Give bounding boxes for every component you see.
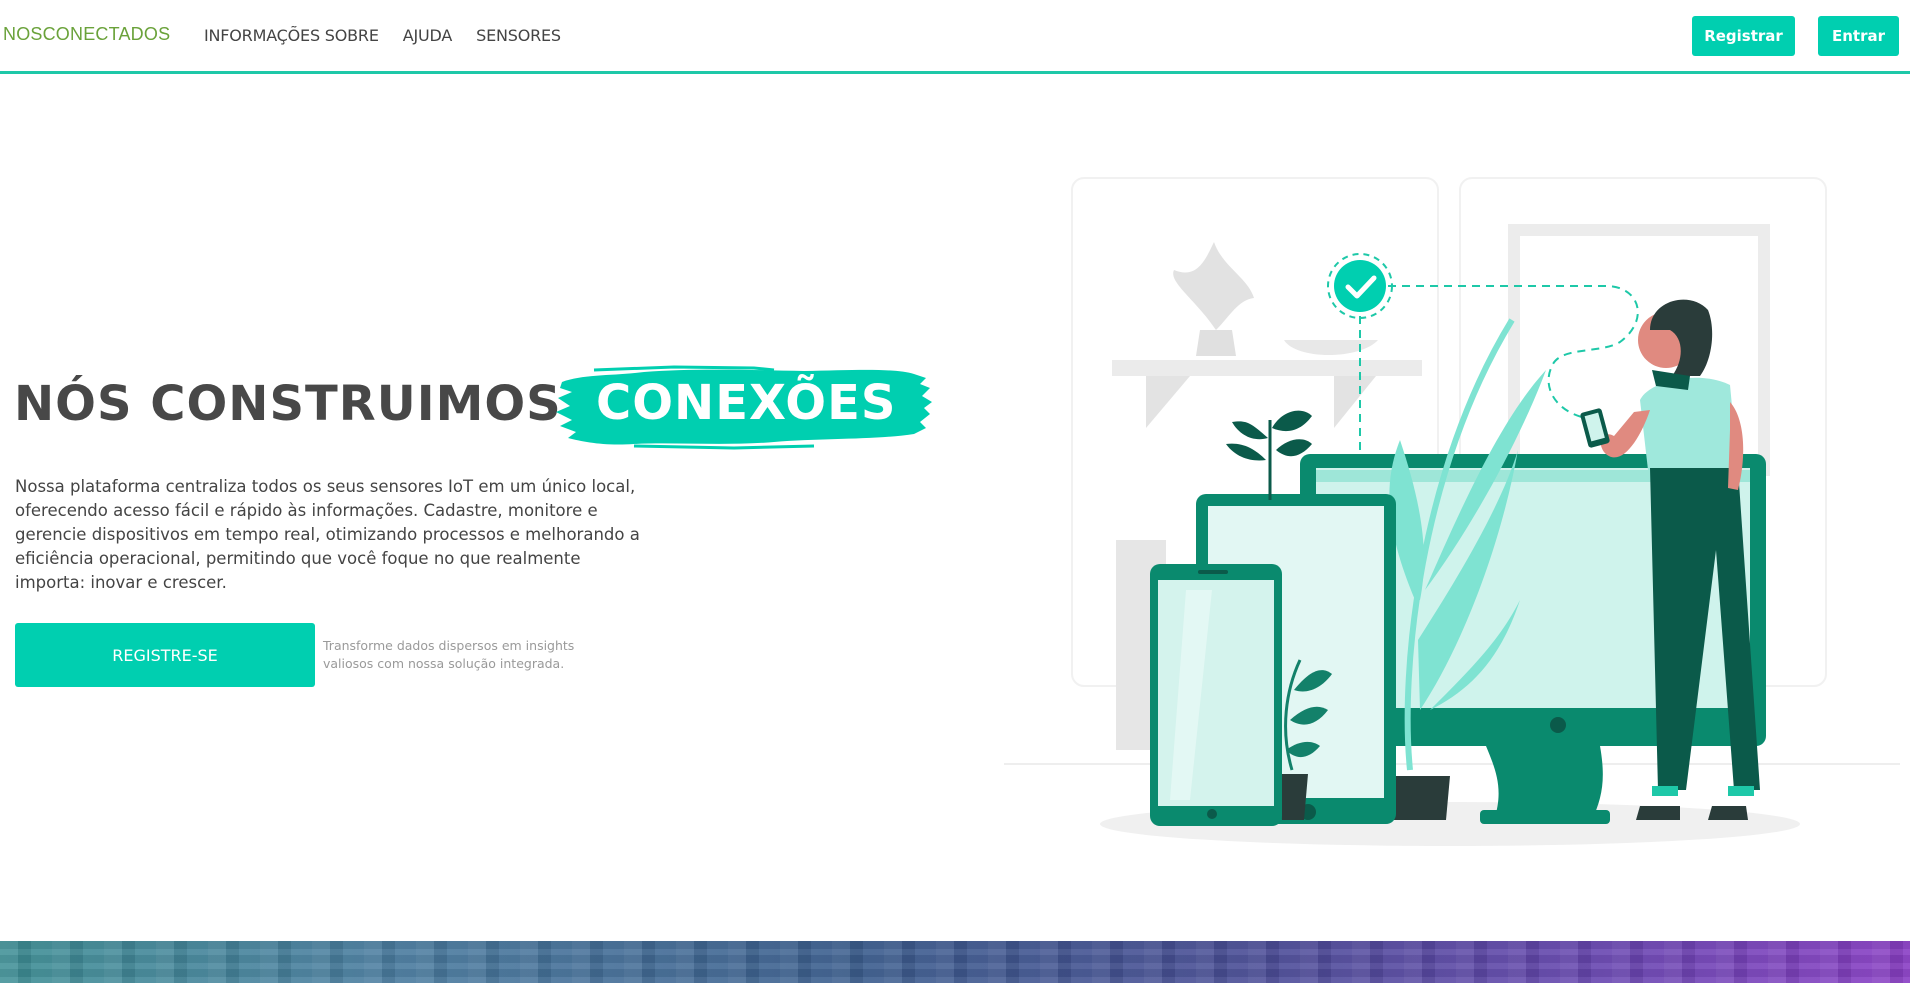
signup-cta-button[interactable]: REGISTRE-SE (15, 623, 315, 687)
iot-devices-illustration (1004, 177, 1900, 846)
login-button[interactable]: Entrar (1818, 16, 1899, 56)
cta-note: Transforme dados dispersos em insights v… (323, 638, 575, 671)
nav-link-info[interactable]: INFORMAÇÕES SOBRE (204, 26, 379, 45)
brand-logo[interactable]: NOSCONECTADOS (3, 24, 170, 45)
nav-link-sensors[interactable]: SENSORES (476, 26, 561, 45)
hero-highlight: CONEXÕES (554, 362, 936, 452)
main-nav: INFORMAÇÕES SOBRE AJUDA SENSORES (204, 26, 561, 45)
hero-highlight-text: CONEXÕES (596, 375, 897, 431)
register-button[interactable]: Registrar (1692, 16, 1795, 56)
footer-texture (0, 941, 1910, 983)
nav-link-help[interactable]: AJUDA (403, 26, 453, 45)
hero-illustration (1000, 170, 1910, 850)
footer-image-strip (0, 941, 1910, 983)
top-navbar: NOSCONECTADOS INFORMAÇÕES SOBRE AJUDA SE… (0, 0, 1910, 74)
hero-description: Nossa plataforma centraliza todos os seu… (15, 477, 640, 592)
hero-title: NÓS CONSTRUIMOS (14, 376, 562, 432)
